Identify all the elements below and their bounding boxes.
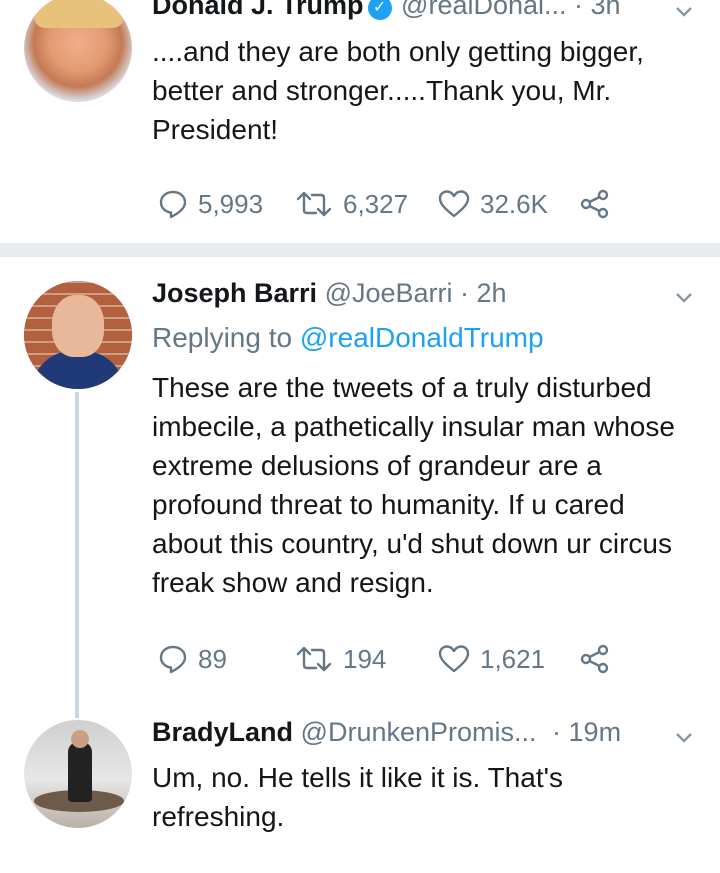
share-icon (580, 189, 609, 219)
reply-icon (159, 645, 187, 674)
like-count: 1,621 (480, 643, 546, 674)
avatar[interactable] (24, 720, 132, 828)
user-handle[interactable]: @JoeBarri (325, 278, 453, 308)
display-name[interactable]: BradyLand (152, 717, 293, 747)
retweet-button[interactable]: 194 (295, 641, 386, 677)
timestamp[interactable]: · 19m (552, 717, 621, 747)
display-name[interactable]: Joseph Barri (152, 278, 317, 308)
retweet-count: 6,327 (343, 188, 409, 219)
tweet-header: Donald J. Trump ✓ @realDonal... · 3h (152, 0, 621, 21)
timestamp[interactable]: · 2h (460, 278, 507, 308)
replying-to: Replying to @realDonaldTrump (152, 322, 544, 354)
reply-count: 89 (198, 643, 227, 674)
thread-connector-line (75, 392, 79, 718)
like-icon (438, 190, 470, 218)
reply-icon (159, 190, 187, 219)
retweet-count: 194 (343, 643, 387, 674)
verified-badge-icon: ✓ (367, 0, 392, 20)
user-handle[interactable]: @DrunkenPromis... (301, 717, 537, 747)
tweet-divider (0, 243, 720, 257)
timestamp[interactable]: · 3h (574, 0, 621, 20)
share-icon (580, 644, 609, 674)
retweet-icon (296, 646, 332, 672)
tweet-header: Joseph Barri @JoeBarri · 2h (152, 278, 507, 309)
reply-button[interactable]: 5,993 (158, 186, 263, 222)
tweet-actions: 89 194 1,621 (152, 641, 632, 677)
avatar[interactable] (24, 281, 132, 389)
tweet-header: BradyLand @DrunkenPromis... · 19m (152, 717, 621, 748)
share-button[interactable] (580, 186, 610, 222)
user-handle[interactable]: @realDonal... (401, 0, 566, 20)
like-button[interactable]: 1,621 (438, 641, 545, 677)
chevron-down-icon[interactable] (672, 0, 696, 24)
chevron-down-icon[interactable] (672, 286, 696, 310)
display-name[interactable]: Donald J. Trump (152, 0, 364, 20)
like-button[interactable]: 32.6K (438, 186, 548, 222)
replying-to-label: Replying to (152, 322, 293, 353)
tweet-actions: 5,993 6,327 32.6K (152, 186, 632, 222)
retweet-icon (296, 191, 332, 217)
chevron-down-icon[interactable] (672, 726, 696, 750)
tweet-text: ....and they are both only getting bigge… (152, 36, 644, 145)
retweet-button[interactable]: 6,327 (295, 186, 408, 222)
reply-count: 5,993 (198, 188, 264, 219)
share-button[interactable] (580, 641, 610, 677)
like-icon (438, 645, 470, 673)
reply-button[interactable]: 89 (158, 641, 227, 677)
replying-to-handle-link[interactable]: @realDonaldTrump (300, 322, 544, 353)
tweet-text: Um, no. He tells it like it is. That's r… (152, 762, 563, 832)
tweet-1[interactable]: Donald J. Trump ✓ @realDonal... · 3h ....… (0, 0, 720, 243)
tweet-text: These are the tweets of a truly disturbe… (152, 372, 675, 598)
like-count: 32.6K (480, 188, 548, 219)
avatar[interactable] (24, 0, 132, 102)
